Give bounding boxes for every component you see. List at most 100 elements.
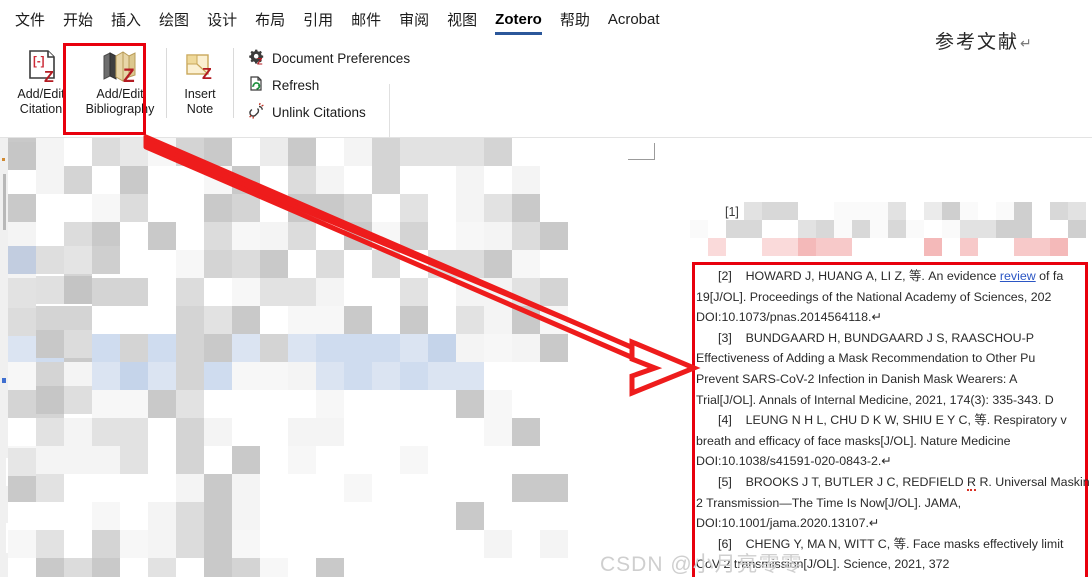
insert-note-icon: Z: [182, 47, 218, 87]
ribbon-tab-帮助[interactable]: 帮助: [551, 0, 599, 40]
mosaic-block: [924, 238, 942, 256]
mosaic-block: [540, 278, 568, 306]
mosaic-block: [906, 238, 924, 256]
ribbon-tab-文件[interactable]: 文件: [6, 0, 54, 40]
bibliography-entry-text: 2 Transmission—The Time Is Now[J/OL]. JA…: [696, 495, 962, 510]
mosaic-block: [484, 530, 512, 558]
insert-note-button[interactable]: Z Insert Note: [171, 42, 229, 128]
mosaic-block: [400, 446, 428, 474]
mosaic-block: [64, 166, 92, 194]
mosaic-block: [744, 202, 762, 220]
mosaic-block: [120, 362, 148, 390]
ribbon-tab-绘图[interactable]: 绘图: [150, 0, 198, 40]
ribbon-divider-1: [166, 48, 167, 118]
add-edit-citation-icon: [-] Z: [22, 47, 60, 87]
bibliography-entry-text: Trial[J/OL]. Annals of Internal Medicine…: [696, 392, 1054, 407]
mosaic-block: [456, 362, 484, 390]
mosaic-block: [372, 362, 400, 390]
ribbon-tab-设计[interactable]: 设计: [198, 0, 246, 40]
mosaic-block: [8, 390, 36, 418]
mosaic-block: [512, 334, 540, 362]
mosaic-block: [996, 220, 1014, 238]
ribbon-tab-引用[interactable]: 引用: [294, 0, 342, 40]
hyperlink-review[interactable]: review: [1000, 269, 1036, 283]
mosaic-block: [316, 334, 344, 362]
mosaic-block: [176, 138, 204, 166]
insert-note-label-2: Note: [186, 102, 214, 116]
bibliography-entry-line: DOI:10.1038/s41591-020-0843-2.↵: [696, 451, 1090, 472]
mosaic-block: [1068, 238, 1086, 256]
mosaic-block: [400, 222, 428, 250]
mosaic-block: [690, 238, 708, 256]
mosaic-block: [456, 250, 484, 278]
mosaic-block: [8, 278, 36, 306]
ribbon-tab-开始[interactable]: 开始: [54, 0, 102, 40]
mosaic-block: [92, 530, 120, 558]
mosaic-block: [512, 194, 540, 222]
mosaic-block: [1032, 238, 1050, 256]
mosaic-block: [232, 362, 260, 390]
mosaic-block: [36, 330, 64, 358]
mosaic-block: [232, 474, 260, 502]
mosaic-block: [996, 202, 1014, 220]
mosaic-block: [540, 334, 568, 362]
bibliography-list[interactable]: [2] HOWARD J, HUANG A, LI Z, 等. An evide…: [696, 266, 1090, 577]
mosaic-block: [288, 334, 316, 362]
unlink-citations-icon: [248, 102, 265, 122]
mosaic-block: [288, 306, 316, 334]
mosaic-block: [726, 220, 744, 238]
mosaic-block: [176, 250, 204, 278]
mosaic-block: [36, 138, 64, 166]
mosaic-block: [456, 138, 484, 166]
bibliography-entry-line: [5] BROOKS J T, BUTLER J C, REDFIELD R R…: [696, 472, 1090, 493]
mosaic-block: [148, 390, 176, 418]
mosaic-block: [512, 474, 540, 502]
mosaic-block: [780, 202, 798, 220]
mosaic-block: [816, 220, 834, 238]
mosaic-block: [64, 558, 92, 577]
mosaic-block: [120, 138, 148, 166]
mosaic-block: [232, 166, 260, 194]
mosaic-block: [260, 222, 288, 250]
mosaic-block: [888, 202, 906, 220]
mosaic-block: [120, 166, 148, 194]
mosaic-block: [906, 220, 924, 238]
ribbon-tab-审阅[interactable]: 审阅: [390, 0, 438, 40]
mosaic-block: [1014, 238, 1032, 256]
ribbon-tab-acrobat[interactable]: Acrobat: [599, 0, 669, 40]
bibliography-entry-line: Trial[J/OL]. Annals of Internal Medicine…: [696, 390, 1090, 411]
ribbon-tab-邮件[interactable]: 邮件: [342, 0, 390, 40]
bibliography-entry-line: 2 Transmission—The Time Is Now[J/OL]. JA…: [696, 493, 1090, 514]
mosaic-block: [316, 278, 344, 306]
ribbon-tab-插入[interactable]: 插入: [102, 0, 150, 40]
document-preferences-item[interactable]: Z Document Preferences: [244, 46, 414, 70]
mosaic-block: [92, 278, 120, 306]
mosaic-block: [942, 220, 960, 238]
ribbon-tab-视图[interactable]: 视图: [438, 0, 486, 40]
mosaic-block: [64, 246, 92, 274]
mosaic-block: [780, 238, 798, 256]
word-window: 文件 开始 插入 绘图 设计 布局 引用 邮件 审阅 视图 Zotero 帮助 Acrobat [-] …: [0, 0, 1092, 577]
mosaic-block: [744, 220, 762, 238]
mosaic-block: [232, 194, 260, 222]
mosaic-block: [176, 502, 204, 530]
mosaic-block: [120, 446, 148, 474]
ribbon-tab-布局[interactable]: 布局: [246, 0, 294, 40]
mosaic-block: [960, 220, 978, 238]
mosaic-block: [484, 194, 512, 222]
mosaic-block: [540, 530, 568, 558]
mosaic-block: [372, 334, 400, 362]
mosaic-block: [428, 334, 456, 362]
mosaic-block: [512, 166, 540, 194]
bibliography-entry-line: 19[J/OL]. Proceedings of the National Ac…: [696, 287, 1090, 308]
mosaic-block: [92, 138, 120, 166]
mosaic-block: [8, 448, 36, 476]
mosaic-block: [260, 558, 288, 577]
bibliography-entry-number: [3]: [718, 330, 732, 345]
ribbon-tab-zotero[interactable]: Zotero: [486, 0, 551, 40]
mosaic-block: [176, 334, 204, 362]
reference-1-marker: [1]: [725, 205, 739, 219]
scrollbar-thumb[interactable]: [3, 174, 6, 230]
bibliography-entry-number: [4]: [718, 413, 732, 428]
mosaic-block: [8, 142, 36, 170]
